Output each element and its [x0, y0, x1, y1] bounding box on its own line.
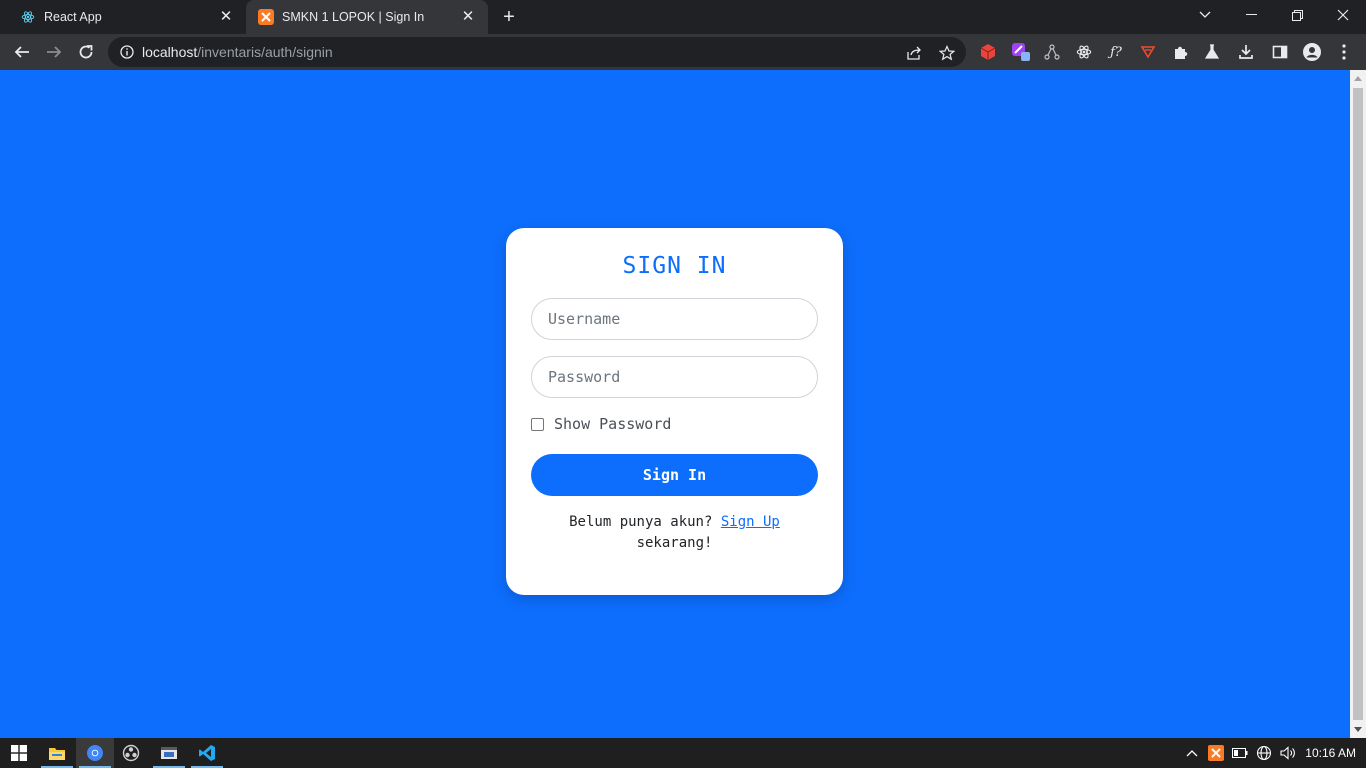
react-devtools-icon[interactable]	[1074, 42, 1094, 62]
forward-icon[interactable]	[42, 40, 66, 64]
close-icon[interactable]: ✕	[218, 9, 234, 25]
show-password-toggle[interactable]: Show Password	[531, 415, 671, 433]
save-extension-icon[interactable]	[1138, 42, 1158, 62]
address-bar[interactable]: localhost/inventaris/auth/signin	[108, 37, 966, 67]
show-hidden-icons[interactable]	[1182, 738, 1202, 768]
show-password-label: Show Password	[554, 415, 672, 433]
bookmark-star-icon[interactable]	[938, 44, 956, 62]
site-info-icon[interactable]	[120, 45, 134, 59]
browser-tabstrip: React App ✕ SMKN 1 LOPOK | Sign In ✕ +	[0, 0, 1366, 34]
restore-icon[interactable]	[1274, 0, 1320, 30]
sign-in-button[interactable]: Sign In	[531, 454, 818, 496]
url-text: localhost/inventaris/auth/signin	[142, 44, 333, 60]
browser-toolbar: localhost/inventaris/auth/signin ƒ?	[0, 34, 1366, 70]
username-input[interactable]	[531, 298, 818, 340]
back-icon[interactable]	[10, 40, 34, 64]
vscode-icon[interactable]	[188, 738, 226, 768]
sign-up-link[interactable]: Sign Up	[721, 514, 780, 530]
color-picker-extension-icon[interactable]	[1011, 42, 1031, 62]
sidepanel-icon[interactable]	[1270, 42, 1290, 62]
tab-react-app[interactable]: React App ✕	[0, 0, 246, 34]
url-path: /inventaris/auth/signin	[197, 44, 333, 60]
profile-icon[interactable]	[1302, 42, 1322, 62]
signup-prompt-prefix: Belum punya akun?	[569, 514, 713, 530]
app-window-icon[interactable]	[150, 738, 188, 768]
signup-prompt-suffix: sekarang!	[636, 535, 713, 551]
volume-icon[interactable]	[1278, 738, 1298, 768]
taskbar-clock[interactable]: 10:16 AM	[1305, 738, 1356, 768]
close-icon[interactable]: ✕	[460, 9, 476, 25]
page-title: SIGN IN	[622, 253, 727, 279]
puzzle-icon[interactable]	[1170, 42, 1190, 62]
obs-icon[interactable]	[112, 738, 150, 768]
chrome-icon[interactable]	[76, 738, 114, 768]
page-viewport: SIGN IN Show Password Sign In Belum puny…	[0, 70, 1366, 738]
battery-icon[interactable]	[1230, 738, 1250, 768]
windows-taskbar: 10:16 AM	[0, 738, 1366, 768]
scroll-down-icon[interactable]	[1354, 727, 1362, 732]
xampp-icon[interactable]	[1206, 738, 1226, 768]
formula-extension-icon[interactable]: ƒ?	[1106, 42, 1126, 62]
password-input[interactable]	[531, 356, 818, 398]
tab-title: SMKN 1 LOPOK | Sign In	[282, 10, 425, 24]
close-window-icon[interactable]	[1320, 0, 1366, 30]
graph-extension-icon[interactable]	[1042, 42, 1062, 62]
show-password-checkbox[interactable]	[531, 417, 544, 431]
signup-prompt: Belum punya akun? Sign Up sekarang!	[506, 512, 843, 554]
new-tab-button[interactable]: +	[498, 7, 520, 27]
more-menu-icon[interactable]	[1334, 42, 1354, 62]
scroll-up-icon[interactable]	[1354, 76, 1362, 81]
react-icon	[20, 9, 36, 25]
url-host: localhost	[142, 44, 198, 60]
share-icon[interactable]	[905, 44, 923, 62]
scrollbar-thumb[interactable]	[1353, 88, 1363, 720]
flask-icon[interactable]	[1202, 42, 1222, 62]
windows-start-icon[interactable]	[0, 738, 38, 768]
download-icon[interactable]	[1236, 42, 1256, 62]
tab-smkn-signin[interactable]: SMKN 1 LOPOK | Sign In ✕	[246, 0, 488, 34]
signin-card: SIGN IN Show Password Sign In Belum puny…	[506, 228, 843, 595]
file-explorer-icon[interactable]	[38, 738, 76, 768]
xampp-icon	[258, 9, 274, 25]
page-scrollbar[interactable]	[1350, 70, 1366, 738]
cube-extension-icon[interactable]	[978, 42, 998, 62]
reload-icon[interactable]	[74, 40, 98, 64]
tab-search-icon[interactable]	[1182, 0, 1228, 30]
network-globe-icon[interactable]	[1254, 738, 1274, 768]
minimize-icon[interactable]	[1228, 0, 1274, 30]
tab-title: React App	[44, 10, 102, 24]
